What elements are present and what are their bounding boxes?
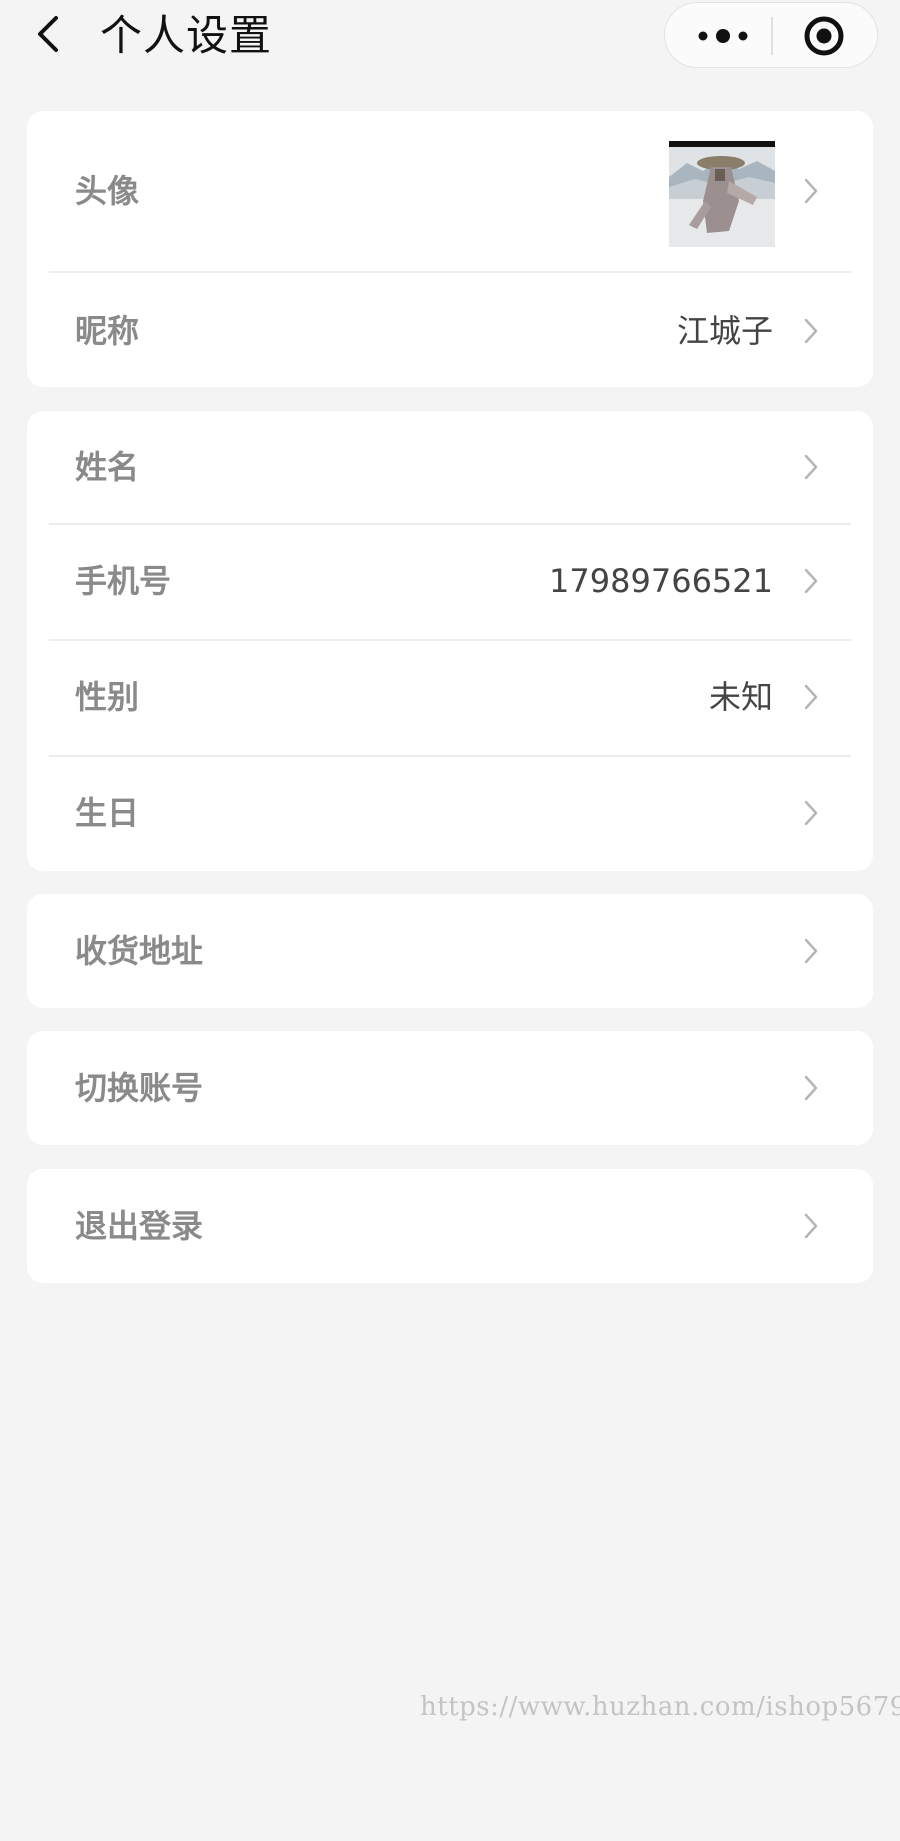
gender-label: 性别 bbox=[75, 678, 140, 716]
name-row[interactable]: 姓名 bbox=[27, 411, 873, 523]
chevron-left-icon bbox=[38, 16, 58, 52]
chevron-right-icon bbox=[804, 178, 818, 204]
nickname-row[interactable]: 昵称 江城子 bbox=[27, 273, 873, 387]
name-label: 姓名 bbox=[75, 448, 140, 486]
birthday-label: 生日 bbox=[75, 794, 140, 832]
switch-account-label: 切换账号 bbox=[75, 1069, 204, 1107]
switch-account-card: 切换账号 bbox=[27, 1031, 873, 1145]
switch-account-row[interactable]: 切换账号 bbox=[27, 1031, 873, 1145]
phone-value: 17989766521 bbox=[549, 562, 773, 600]
more-dots-icon bbox=[698, 29, 748, 43]
target-circle-icon bbox=[804, 16, 844, 56]
nickname-label: 昵称 bbox=[75, 312, 140, 350]
page-title: 个人设置 bbox=[100, 11, 273, 60]
chevron-right-icon bbox=[804, 1213, 818, 1239]
more-button[interactable] bbox=[693, 19, 753, 53]
capsule-divider bbox=[771, 17, 773, 55]
address-label: 收货地址 bbox=[75, 932, 204, 970]
avatar-row[interactable]: 头像 bbox=[27, 111, 873, 271]
close-mini-program-button[interactable] bbox=[803, 15, 845, 57]
chevron-right-icon bbox=[804, 1075, 818, 1101]
logout-label: 退出登录 bbox=[75, 1207, 204, 1245]
chevron-right-icon bbox=[804, 454, 818, 480]
chevron-right-icon bbox=[804, 568, 818, 594]
back-button[interactable] bbox=[28, 12, 72, 56]
nickname-value: 江城子 bbox=[676, 312, 773, 350]
phone-label: 手机号 bbox=[75, 562, 172, 600]
navigation-bar: 个人设置 bbox=[0, 0, 900, 86]
chevron-right-icon bbox=[804, 800, 818, 826]
avatar-label: 头像 bbox=[75, 172, 140, 210]
mini-program-capsule bbox=[664, 2, 878, 68]
chevron-right-icon bbox=[804, 684, 818, 710]
chevron-right-icon bbox=[804, 938, 818, 964]
profile-card: 头像 昵称 江城子 bbox=[27, 111, 873, 387]
avatar-image[interactable] bbox=[669, 141, 775, 247]
logout-row[interactable]: 退出登录 bbox=[27, 1169, 873, 1283]
logout-card: 退出登录 bbox=[27, 1169, 873, 1283]
phone-row[interactable]: 手机号 17989766521 bbox=[27, 525, 873, 639]
gender-value: 未知 bbox=[708, 678, 773, 716]
address-row[interactable]: 收货地址 bbox=[27, 894, 873, 1008]
birthday-row[interactable]: 生日 bbox=[27, 757, 873, 871]
watermark-text: https://www.huzhan.com/ishop5679 bbox=[420, 1692, 900, 1722]
address-card: 收货地址 bbox=[27, 894, 873, 1008]
gender-row[interactable]: 性别 未知 bbox=[27, 641, 873, 755]
chevron-right-icon bbox=[804, 318, 818, 344]
info-card: 姓名 手机号 17989766521 性别 未知 生日 bbox=[27, 411, 873, 871]
